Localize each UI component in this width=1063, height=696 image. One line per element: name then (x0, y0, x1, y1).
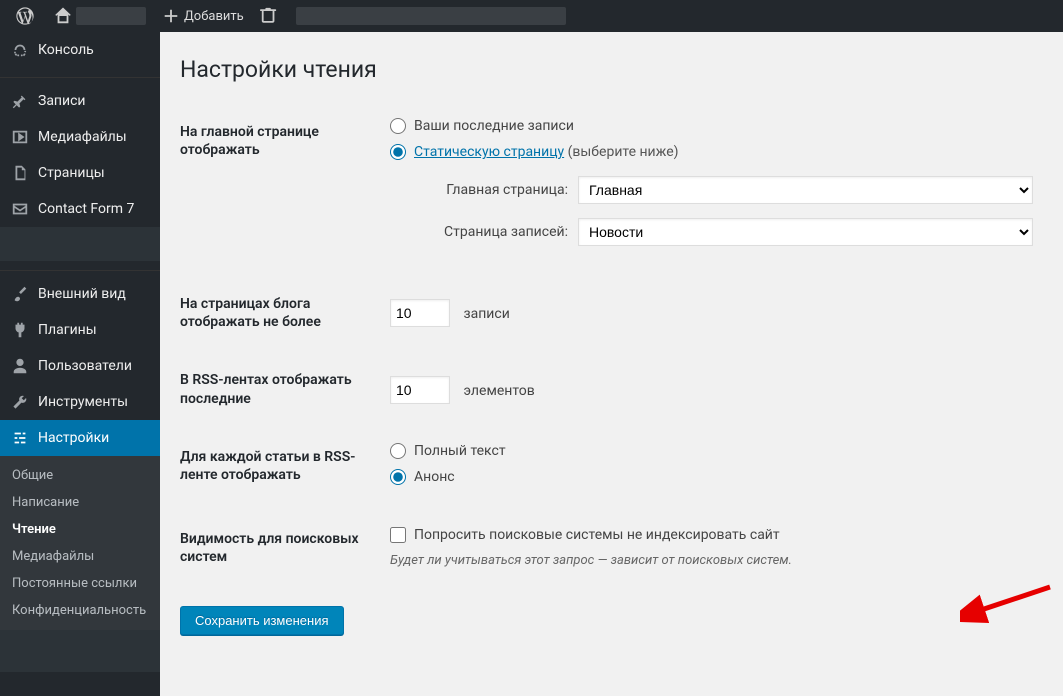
posts-per-page-units: записи (463, 306, 509, 322)
add-new[interactable]: Добавить (154, 0, 252, 32)
content-area: Настройки чтения На главной странице ото… (160, 32, 1063, 696)
rss-count-label: В RSS-лентах отображать последние (180, 351, 380, 427)
radio-latest-posts-label[interactable]: Ваши последние записи (414, 118, 574, 134)
menu-label: Страницы (38, 165, 105, 181)
submenu-general[interactable]: Общие (0, 462, 160, 489)
posts-page-label: Страница записей: (418, 224, 578, 240)
radio-excerpt[interactable] (390, 469, 406, 485)
menu-label: Внешний вид (38, 286, 126, 302)
noindex-description: Будет ли учитываться этот запрос — завис… (390, 553, 1033, 568)
user-icon (10, 356, 30, 376)
radio-static-page[interactable] (390, 144, 406, 160)
home-icon (54, 7, 72, 25)
menu-settings[interactable]: Настройки (0, 420, 160, 456)
settings-form: На главной странице отображать Ваши посл… (180, 103, 1043, 586)
page-title: Настройки чтения (180, 56, 1043, 83)
radio-static-page-label[interactable]: Статическую страницу (выберите ниже) (414, 144, 679, 160)
save-button[interactable]: Сохранить изменения (180, 606, 344, 635)
front-display-label: На главной странице отображать (180, 103, 380, 275)
menu-separator (0, 266, 160, 271)
customize[interactable] (252, 0, 290, 32)
add-new-label: Добавить (184, 9, 244, 24)
rss-mode-label: Для каждой статьи в RSS-ленте отображать (180, 428, 380, 510)
wp-logo[interactable] (8, 0, 46, 32)
menu-dashboard[interactable]: Консоль (0, 32, 160, 68)
submenu-reading[interactable]: Чтение (0, 516, 160, 543)
radio-full-text-label[interactable]: Полный текст (414, 443, 506, 459)
noindex-checkbox[interactable] (390, 527, 406, 543)
pin-icon (10, 91, 30, 111)
menu-users[interactable]: Пользователи (0, 348, 160, 384)
static-page-link[interactable]: Статическую страницу (414, 144, 564, 160)
menu-label: Настройки (38, 430, 109, 446)
customize-icon (260, 7, 278, 25)
home-link[interactable] (46, 0, 154, 32)
plugin-icon (10, 320, 30, 340)
menu-label: Инструменты (38, 394, 128, 410)
submenu-writing[interactable]: Написание (0, 489, 160, 516)
menu-label: Записи (38, 93, 86, 109)
page-icon (10, 163, 30, 183)
submenu-permalinks[interactable]: Постоянные ссылки (0, 570, 160, 597)
posts-page-select[interactable]: Новости (578, 218, 1033, 246)
front-page-label: Главная страница: (418, 182, 578, 198)
admin-sidebar: Консоль Записи Медиафайлы Страницы Conta… (0, 32, 160, 696)
menu-label: Пользователи (38, 358, 132, 374)
wordpress-icon (16, 7, 34, 25)
radio-excerpt-label[interactable]: Анонс (414, 469, 455, 485)
admin-bar: Добавить (0, 0, 1063, 32)
submenu-privacy[interactable]: Конфиденциальность (0, 597, 160, 624)
menu-plugins[interactable]: Плагины (0, 312, 160, 348)
sidebar-blur-1 (0, 227, 160, 261)
rss-items-input[interactable] (390, 376, 450, 404)
front-page-select[interactable]: Главная (578, 176, 1033, 204)
menu-label: Contact Form 7 (38, 201, 134, 217)
menu-label: Медиафайлы (38, 129, 127, 145)
radio-latest-posts[interactable] (390, 118, 406, 134)
menu-tools[interactable]: Инструменты (0, 384, 160, 420)
radio-full-text[interactable] (390, 443, 406, 459)
tools-icon (10, 392, 30, 412)
menu-separator (0, 73, 160, 78)
email-icon (10, 199, 30, 219)
posts-per-page-input[interactable] (390, 299, 450, 327)
media-icon (10, 127, 30, 147)
blog-pages-label: На страницах блога отображать не более (180, 275, 380, 351)
submenu-media[interactable]: Медиафайлы (0, 543, 160, 570)
noindex-label[interactable]: Попросить поисковые системы не индексиро… (414, 527, 780, 543)
adminbar-blur (296, 7, 566, 25)
site-name-blur (76, 7, 146, 25)
menu-label: Плагины (38, 322, 97, 338)
static-page-note: (выберите ниже) (568, 144, 679, 160)
menu-label: Консоль (38, 42, 94, 58)
brush-icon (10, 284, 30, 304)
plus-icon (162, 7, 180, 25)
rss-items-units: элементов (463, 383, 534, 399)
settings-icon (10, 428, 30, 448)
dashboard-icon (10, 40, 30, 60)
menu-posts[interactable]: Записи (0, 83, 160, 119)
seo-visibility-label: Видимость для поисковых систем (180, 510, 380, 586)
menu-pages[interactable]: Страницы (0, 155, 160, 191)
menu-appearance[interactable]: Внешний вид (0, 276, 160, 312)
menu-media[interactable]: Медиафайлы (0, 119, 160, 155)
sidebar-blur-2 (0, 630, 160, 672)
settings-submenu: Общие Написание Чтение Медиафайлы Постоя… (0, 456, 160, 630)
menu-cf7[interactable]: Contact Form 7 (0, 191, 160, 227)
